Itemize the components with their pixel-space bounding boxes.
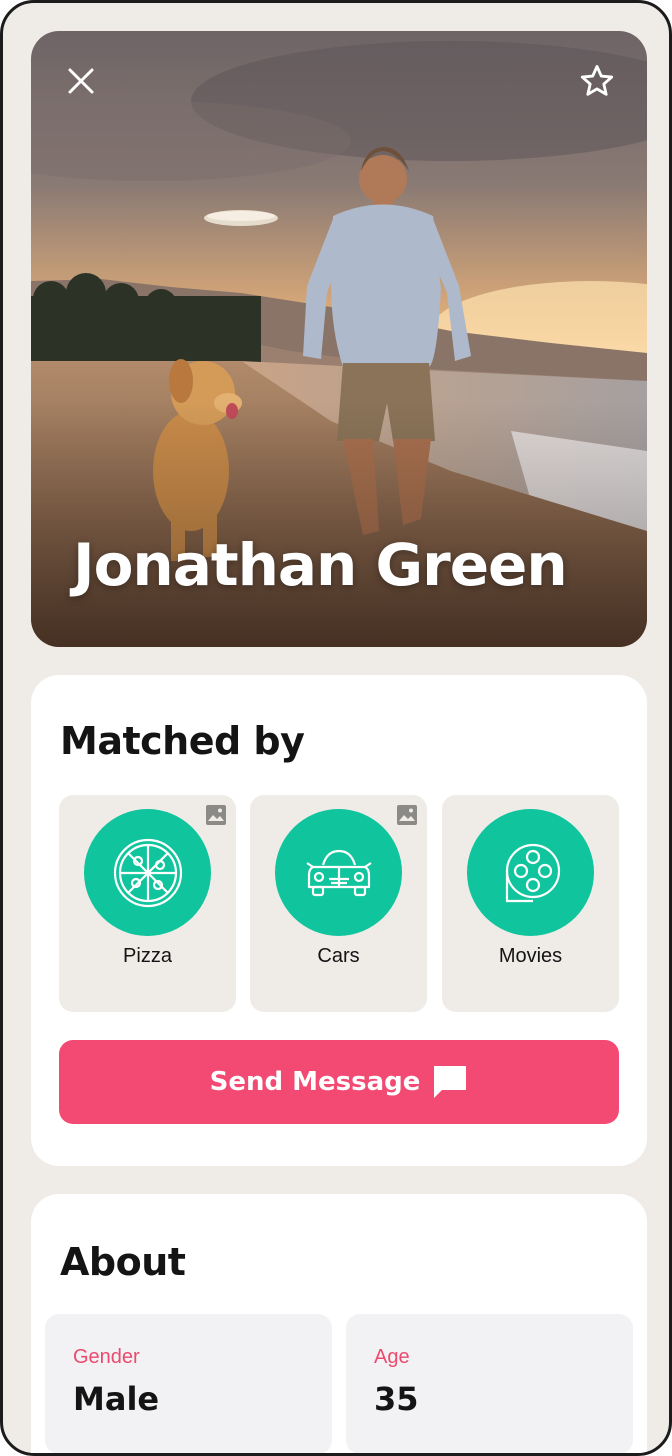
favorite-button[interactable] xyxy=(575,59,619,103)
info-age: Age 35 xyxy=(346,1314,633,1453)
matched-by-title: Matched by xyxy=(60,719,305,763)
info-gender: Gender Male xyxy=(45,1314,332,1453)
match-icon-circle xyxy=(467,809,594,936)
match-tile-pizza[interactable]: Pizza xyxy=(59,795,236,1012)
match-label: Movies xyxy=(498,945,563,967)
match-label: Pizza xyxy=(123,945,172,967)
image-badge-icon xyxy=(397,805,417,825)
star-outline-icon xyxy=(580,65,614,96)
match-label: Cars xyxy=(317,945,360,967)
send-message-button[interactable]: Send Message xyxy=(59,1040,619,1124)
match-icon-circle xyxy=(84,809,211,936)
match-icon-circle xyxy=(275,809,402,936)
film-reel-icon xyxy=(505,843,560,902)
matched-by-card: Matched by Pizza Cars Movies Send Messag… xyxy=(31,675,647,1166)
image-badge-icon xyxy=(206,805,226,825)
match-tile-cars[interactable]: Cars xyxy=(250,795,427,1012)
about-card: About Gender Male Age 35 xyxy=(31,1194,647,1453)
info-value: 35 xyxy=(374,1380,419,1418)
about-title: About xyxy=(60,1240,186,1284)
car-icon xyxy=(305,849,372,896)
info-label: Age xyxy=(374,1346,410,1368)
close-icon xyxy=(68,68,94,94)
info-value: Male xyxy=(73,1380,160,1418)
close-button[interactable] xyxy=(59,59,103,103)
info-label: Gender xyxy=(73,1346,140,1368)
phone-frame: Jonathan Green Matched by Pizza Cars Mov… xyxy=(0,0,672,1456)
profile-name: Jonathan Green xyxy=(73,531,568,599)
profile-photo: Jonathan Green xyxy=(31,31,647,647)
match-tile-movies[interactable]: Movies xyxy=(442,795,619,1012)
chat-bubble-icon xyxy=(434,1066,467,1098)
pizza-icon xyxy=(113,838,182,907)
send-message-label: Send Message xyxy=(209,1067,421,1097)
